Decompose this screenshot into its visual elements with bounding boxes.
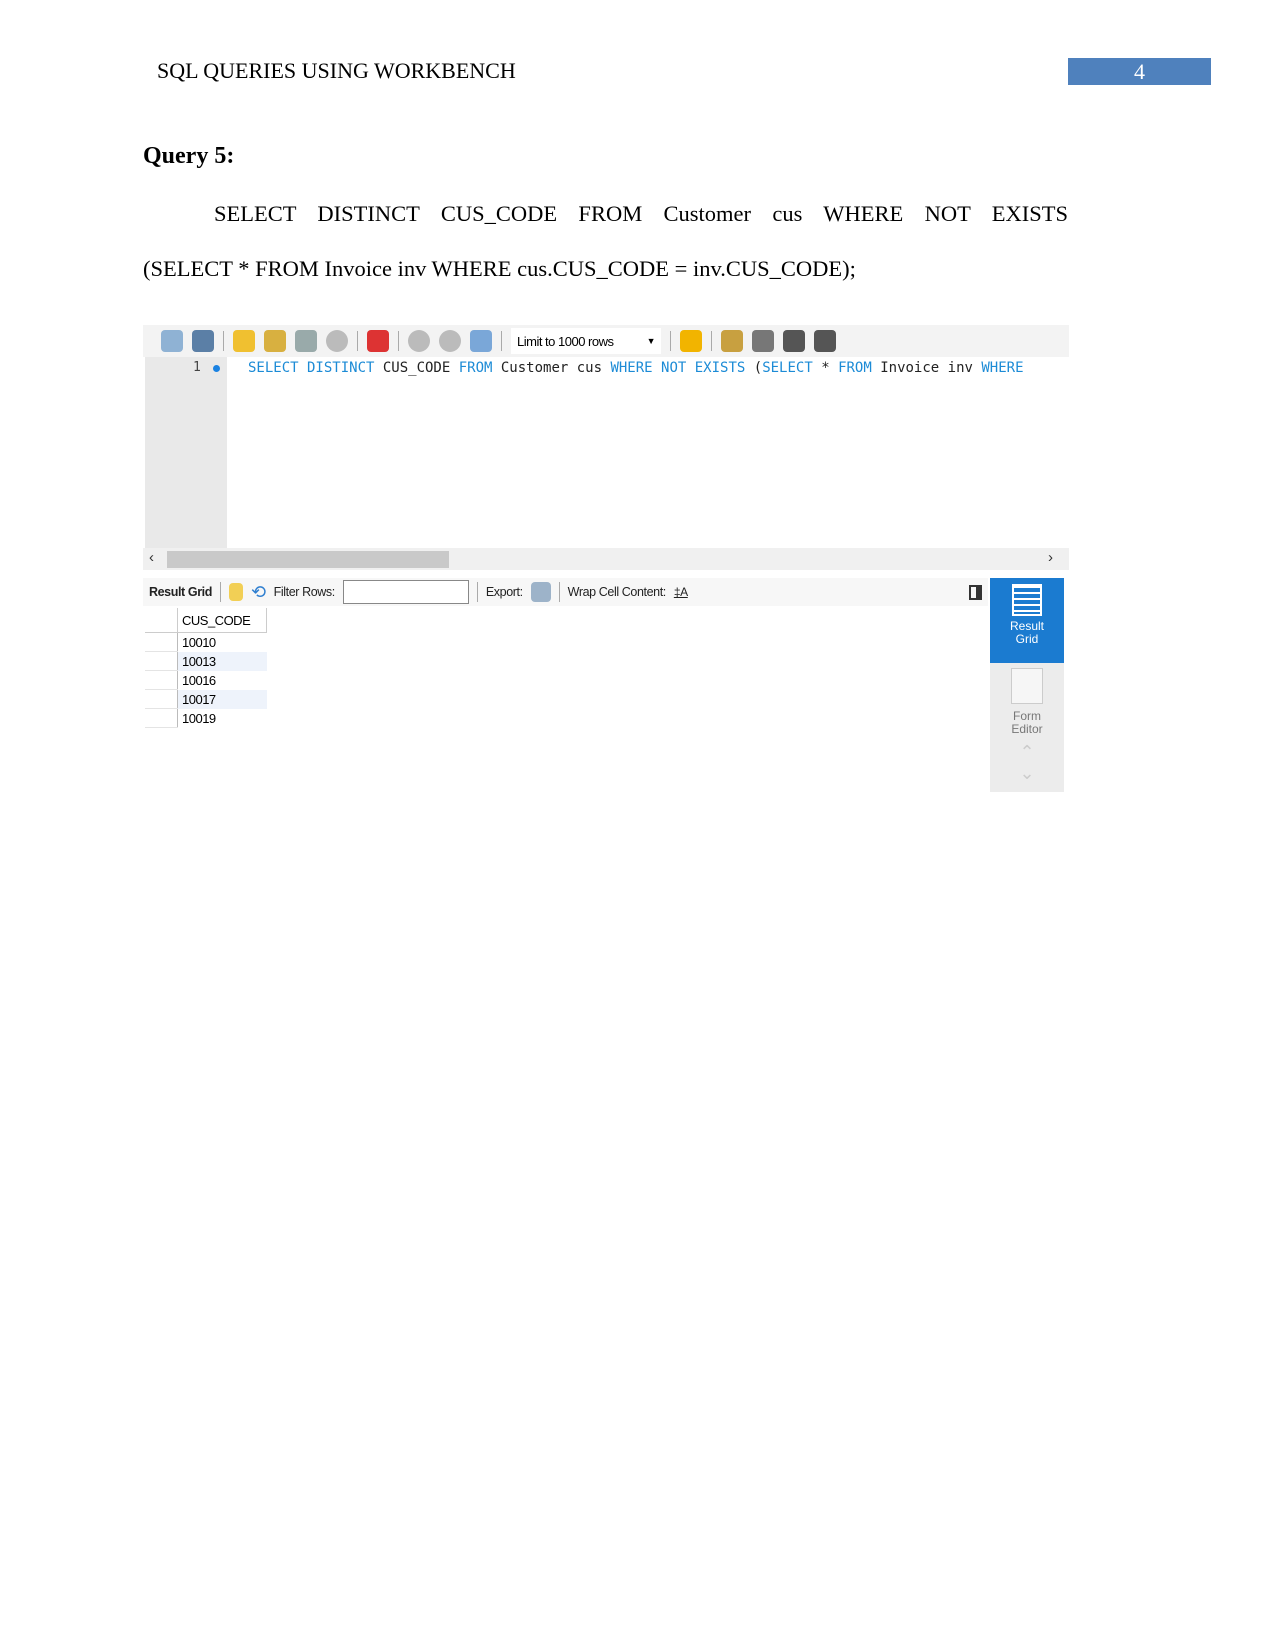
query-text-line1: SELECT DISTINCT CUS_CODE FROM Customer c… — [214, 201, 1068, 226]
explain-icon[interactable] — [295, 330, 317, 352]
wrap-cell-icon[interactable]: ‡A — [674, 585, 688, 599]
bookmark-icon[interactable] — [680, 330, 702, 352]
table-row[interactable]: 10016 — [145, 670, 267, 690]
cell-cus-code[interactable]: 10013 — [177, 651, 267, 671]
dropdown-icon: ▼ — [646, 336, 656, 346]
toggle-error-icon[interactable] — [367, 330, 389, 352]
refresh-icon[interactable]: ⟲ — [251, 582, 266, 603]
autocommit-icon[interactable] — [470, 330, 492, 352]
stop-icon[interactable] — [326, 330, 348, 352]
wrap-icon[interactable] — [814, 330, 836, 352]
page-number: 4 — [1068, 58, 1211, 85]
filter-label: Filter Rows: — [273, 585, 336, 599]
beautify-icon[interactable] — [721, 330, 743, 352]
sql-token: SELECT DISTINCT — [248, 360, 383, 376]
sql-token: Invoice inv — [880, 360, 982, 376]
execute-current-icon[interactable] — [264, 330, 286, 352]
workbench-screenshot: Limit to 1000 rows ▼ 1 SELECT DISTINCT CU… — [143, 325, 1069, 792]
limit-label: Limit to 1000 rows — [517, 333, 614, 349]
sql-token: SELECT — [762, 360, 822, 376]
execute-icon[interactable] — [233, 330, 255, 352]
open-folder-icon[interactable] — [161, 330, 183, 352]
result-grid-button[interactable]: Result Grid — [990, 578, 1064, 663]
row-header[interactable] — [145, 670, 178, 690]
export-icon[interactable] — [530, 582, 551, 602]
result-grid-tab[interactable]: Result Grid — [149, 585, 212, 599]
result-toolbar: Result Grid ⟲ Filter Rows: Export: Wrap … — [143, 578, 988, 606]
row-header[interactable] — [145, 632, 178, 652]
grid-icon — [1012, 584, 1042, 616]
sql-token: ( — [753, 360, 763, 376]
export-label: Export: — [485, 585, 523, 599]
scroll-right-icon[interactable]: › — [1048, 549, 1053, 566]
query-heading: Query 5: — [143, 143, 235, 169]
running-header: SQL QUERIES USING WORKBENCH — [157, 58, 516, 83]
sql-editor-toolbar: Limit to 1000 rows ▼ — [143, 325, 1069, 357]
table-row[interactable]: 10010 — [145, 632, 267, 652]
cell-cus-code[interactable]: 10016 — [178, 671, 267, 690]
line-number: 1 — [193, 360, 201, 375]
columns-icon[interactable] — [228, 583, 243, 601]
cell-cus-code[interactable]: 10017 — [177, 689, 267, 709]
table-row[interactable]: 10017 — [145, 689, 267, 709]
result-side-panel: Result Grid Form Editor ⌃ ⌄ — [990, 578, 1064, 792]
toggle-panel-icon[interactable] — [969, 584, 982, 600]
wrap-label: Wrap Cell Content: — [567, 585, 667, 599]
save-icon[interactable] — [192, 330, 214, 352]
cell-cus-code[interactable]: 10019 — [178, 709, 267, 728]
limit-rows-select[interactable]: Limit to 1000 rows ▼ — [511, 328, 661, 354]
sql-token: FROM — [838, 360, 881, 376]
scroll-left-icon[interactable]: ‹ — [149, 549, 154, 566]
rollback-icon[interactable] — [439, 330, 461, 352]
document-page: SQL QUERIES USING WORKBENCH 4 Query 5: S… — [0, 0, 1275, 1650]
sql-token: Customer cus — [500, 360, 611, 376]
sql-code[interactable]: SELECT DISTINCT CUS_CODE FROM Customer c… — [248, 360, 1024, 376]
cell-cus-code[interactable]: 10010 — [178, 633, 267, 652]
commit-icon[interactable] — [408, 330, 430, 352]
column-header[interactable]: CUS_CODE — [177, 608, 267, 633]
query-text-line2: (SELECT * FROM Invoice inv WHERE cus.CUS… — [143, 256, 856, 281]
filter-rows-input[interactable] — [342, 580, 469, 604]
statement-marker-icon — [213, 365, 220, 372]
form-editor-button[interactable]: Form Editor ⌃ ⌄ — [990, 668, 1064, 784]
result-grid: CUS_CODE 10010 10013 10016 10017 10019 — [145, 608, 267, 728]
sql-token: WHERE NOT EXISTS — [610, 360, 754, 376]
row-header[interactable] — [145, 708, 178, 728]
horizontal-scrollbar[interactable]: ‹ › — [143, 548, 1069, 570]
scrollbar-thumb[interactable] — [167, 551, 449, 568]
table-row[interactable]: 10013 — [145, 651, 267, 671]
line-gutter — [145, 357, 227, 548]
form-icon — [1011, 668, 1043, 704]
scroll-arrows-icon[interactable]: ⌃ ⌄ — [990, 742, 1064, 784]
find-icon[interactable] — [752, 330, 774, 352]
sql-token: CUS_CODE — [382, 360, 459, 376]
sql-token: WHERE — [981, 360, 1024, 376]
sql-token: * — [821, 360, 839, 376]
invisible-chars-icon[interactable] — [783, 330, 805, 352]
row-header[interactable] — [145, 689, 178, 709]
row-header[interactable] — [145, 651, 178, 671]
table-row[interactable]: 10019 — [145, 708, 267, 728]
sql-token: FROM — [458, 360, 501, 376]
